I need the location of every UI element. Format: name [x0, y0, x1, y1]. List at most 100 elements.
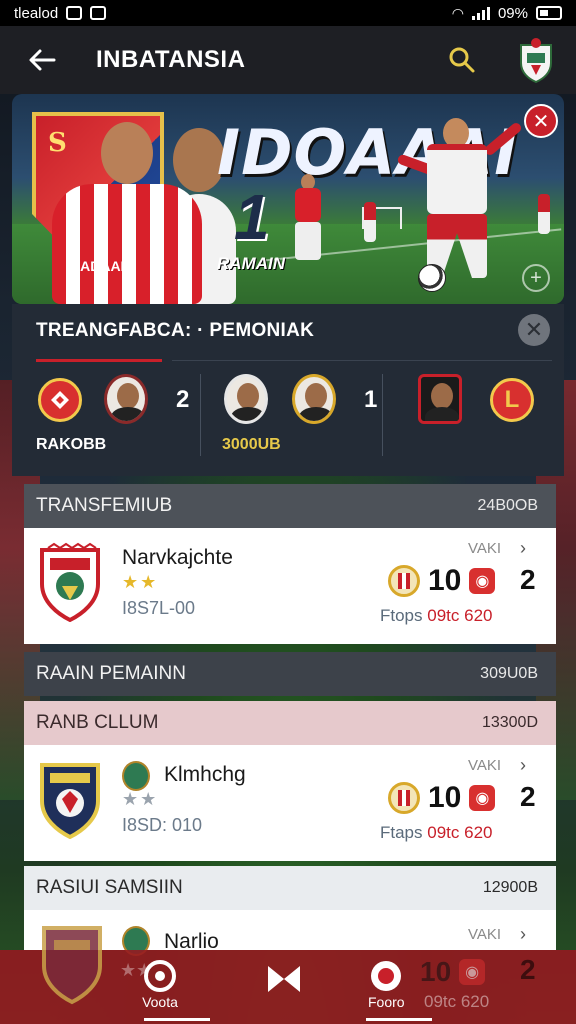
featured-match-1[interactable]: 2 RAKOBB: [36, 374, 196, 460]
status-right: ◠ 09%: [452, 5, 562, 22]
bottom-nav: ★★ 10 ◉ 2 09tc 620 Voota Fooro: [0, 926, 576, 1024]
hero-corner-badge[interactable]: ✕: [524, 104, 558, 138]
section-title: RAAIN PEMAINN: [36, 663, 186, 684]
app-bar: INBATANSIA: [0, 26, 576, 94]
section-value: 24B0OB: [477, 497, 538, 514]
featured-match-3[interactable]: L: [414, 374, 554, 460]
sub-section-header[interactable]: RANB CLLUM 13300D: [24, 701, 556, 745]
mini-club-icon: [122, 761, 150, 791]
player-name: Narvkajchte: [122, 546, 233, 569]
nav-indicator: [144, 1018, 210, 1021]
notification-icon: [66, 6, 83, 20]
section-header[interactable]: RAAIN PEMAINN 309U0B: [24, 652, 556, 696]
card-label: VAKI: [468, 540, 502, 557]
page-title: INBATANSIA: [96, 46, 246, 73]
signal-icon: [471, 6, 490, 20]
score-row: 10 ◉: [388, 781, 496, 815]
player-name: Klmhchg: [164, 763, 246, 786]
footer-label: Ftaps: [380, 823, 423, 842]
card-rank: 2: [520, 781, 536, 812]
player-meta: I8S7L-00: [122, 598, 196, 618]
club-logo-icon: [388, 782, 420, 814]
search-button[interactable]: [440, 38, 484, 82]
transfer-card[interactable]: Klmhchg ★★ I8SD: 010 VAKI › 10 ◉ 2 Ftaps…: [24, 745, 556, 861]
search-icon: [449, 47, 475, 73]
hero-runner-tiny: [538, 194, 550, 234]
chevron-right-icon[interactable]: ›: [520, 924, 526, 945]
card-label: VAKI: [468, 926, 502, 943]
player-avatar: [292, 374, 336, 424]
active-tab-underline: [36, 359, 162, 362]
club-crest-icon: [520, 38, 552, 83]
club-badge-icon: ◉: [469, 568, 496, 594]
featured-match-2[interactable]: 1 3000UB: [222, 374, 382, 460]
hero-runner-small: [287, 174, 327, 264]
section-value: 309U0B: [480, 665, 538, 682]
match-score: 1: [364, 386, 378, 413]
nav-label: Voota: [142, 994, 178, 1010]
club-crest-button[interactable]: [514, 35, 558, 85]
sub-section-value: 13300D: [481, 714, 538, 731]
ball-icon: [371, 961, 402, 991]
match-label: 3000UB: [222, 436, 281, 453]
section-title: RASIUI SAMSIIN: [36, 877, 183, 898]
hero-banner[interactable]: S DADAAN IDOAAAI 1 RAMAIN ✕ +: [12, 94, 564, 304]
score-row: 10 ◉: [388, 564, 496, 598]
hero-plus-icon[interactable]: +: [522, 264, 550, 292]
nav-item-voota[interactable]: Voota: [142, 958, 178, 1010]
target-icon: [144, 960, 176, 992]
hero-player-1: [52, 122, 202, 304]
card-score: 10: [428, 781, 462, 814]
transfer-card[interactable]: Narvkajchte ★★ I8S7L-00 VAKI › 10 ◉ 2 Ft…: [24, 528, 556, 644]
hero-subtitle: RAMAIN: [217, 254, 285, 273]
chevron-right-icon[interactable]: ›: [520, 538, 526, 559]
nav-label: Fooro: [368, 994, 405, 1010]
wifi-icon: ◠: [451, 4, 464, 21]
match-score: 2: [176, 386, 190, 413]
hero-number: 1: [234, 181, 270, 253]
section-header[interactable]: RASIUI SAMSIIN 12900B: [24, 866, 556, 910]
footer-label: Ftops: [380, 606, 423, 625]
section-header[interactable]: TRANSFEMIUB 24B0OB: [24, 484, 556, 528]
hero-runner-tiny: [364, 202, 376, 242]
club-crest-icon: [418, 374, 462, 424]
back-button[interactable]: [18, 36, 66, 84]
match-divider: [200, 374, 201, 456]
match-label: RAKOBB: [36, 436, 107, 453]
club-crest-icon: [42, 926, 102, 1005]
footer-value: 09tc 620: [424, 992, 490, 1011]
club-logo-icon: [388, 565, 420, 597]
featured-panel: TREANGFABCA: · PEMONIAK ✕ 2 RAKOBB 1 300…: [12, 304, 564, 476]
hero-badge-text: S: [48, 128, 67, 158]
image-icon: [90, 6, 107, 20]
star-rating: ★★: [122, 789, 159, 809]
sub-section-title: RANB CLLUM: [36, 712, 159, 733]
status-left-text: tlealod: [14, 4, 59, 22]
card-score: 10: [420, 956, 452, 987]
nav-item-fooro[interactable]: Fooro: [368, 958, 405, 1010]
section-value: 12900B: [482, 879, 538, 896]
club-badge-icon: ◉: [459, 959, 486, 985]
card-footer: Ftops 09tc 620: [380, 606, 493, 626]
club-crest-icon: [40, 542, 100, 622]
close-button[interactable]: ✕: [518, 314, 550, 346]
footer-value: 09tc 620: [427, 606, 493, 625]
club-logo-icon: [38, 378, 82, 422]
status-bar: tlealod ◠ 09%: [0, 0, 576, 26]
battery-icon: [536, 6, 562, 20]
player-avatar: [104, 374, 148, 424]
nav-indicator: [366, 1018, 432, 1021]
card-label: VAKI: [468, 757, 502, 774]
chevron-right-icon[interactable]: ›: [520, 755, 526, 776]
arrow-left-icon: [29, 49, 56, 71]
club-badge-icon: ◉: [469, 785, 496, 811]
featured-title: TREANGFABCA: · PEMONIAK: [36, 320, 315, 341]
star-rating: ★★: [122, 572, 159, 592]
player-meta: I8SD: 010: [122, 815, 203, 835]
hero-shirt-label: DADAAN: [70, 258, 131, 274]
panel-divider: [172, 360, 552, 361]
match-divider: [382, 374, 383, 456]
status-left: tlealod: [14, 4, 107, 22]
nav-item-center[interactable]: [266, 964, 302, 994]
bowtie-icon: [268, 966, 300, 992]
